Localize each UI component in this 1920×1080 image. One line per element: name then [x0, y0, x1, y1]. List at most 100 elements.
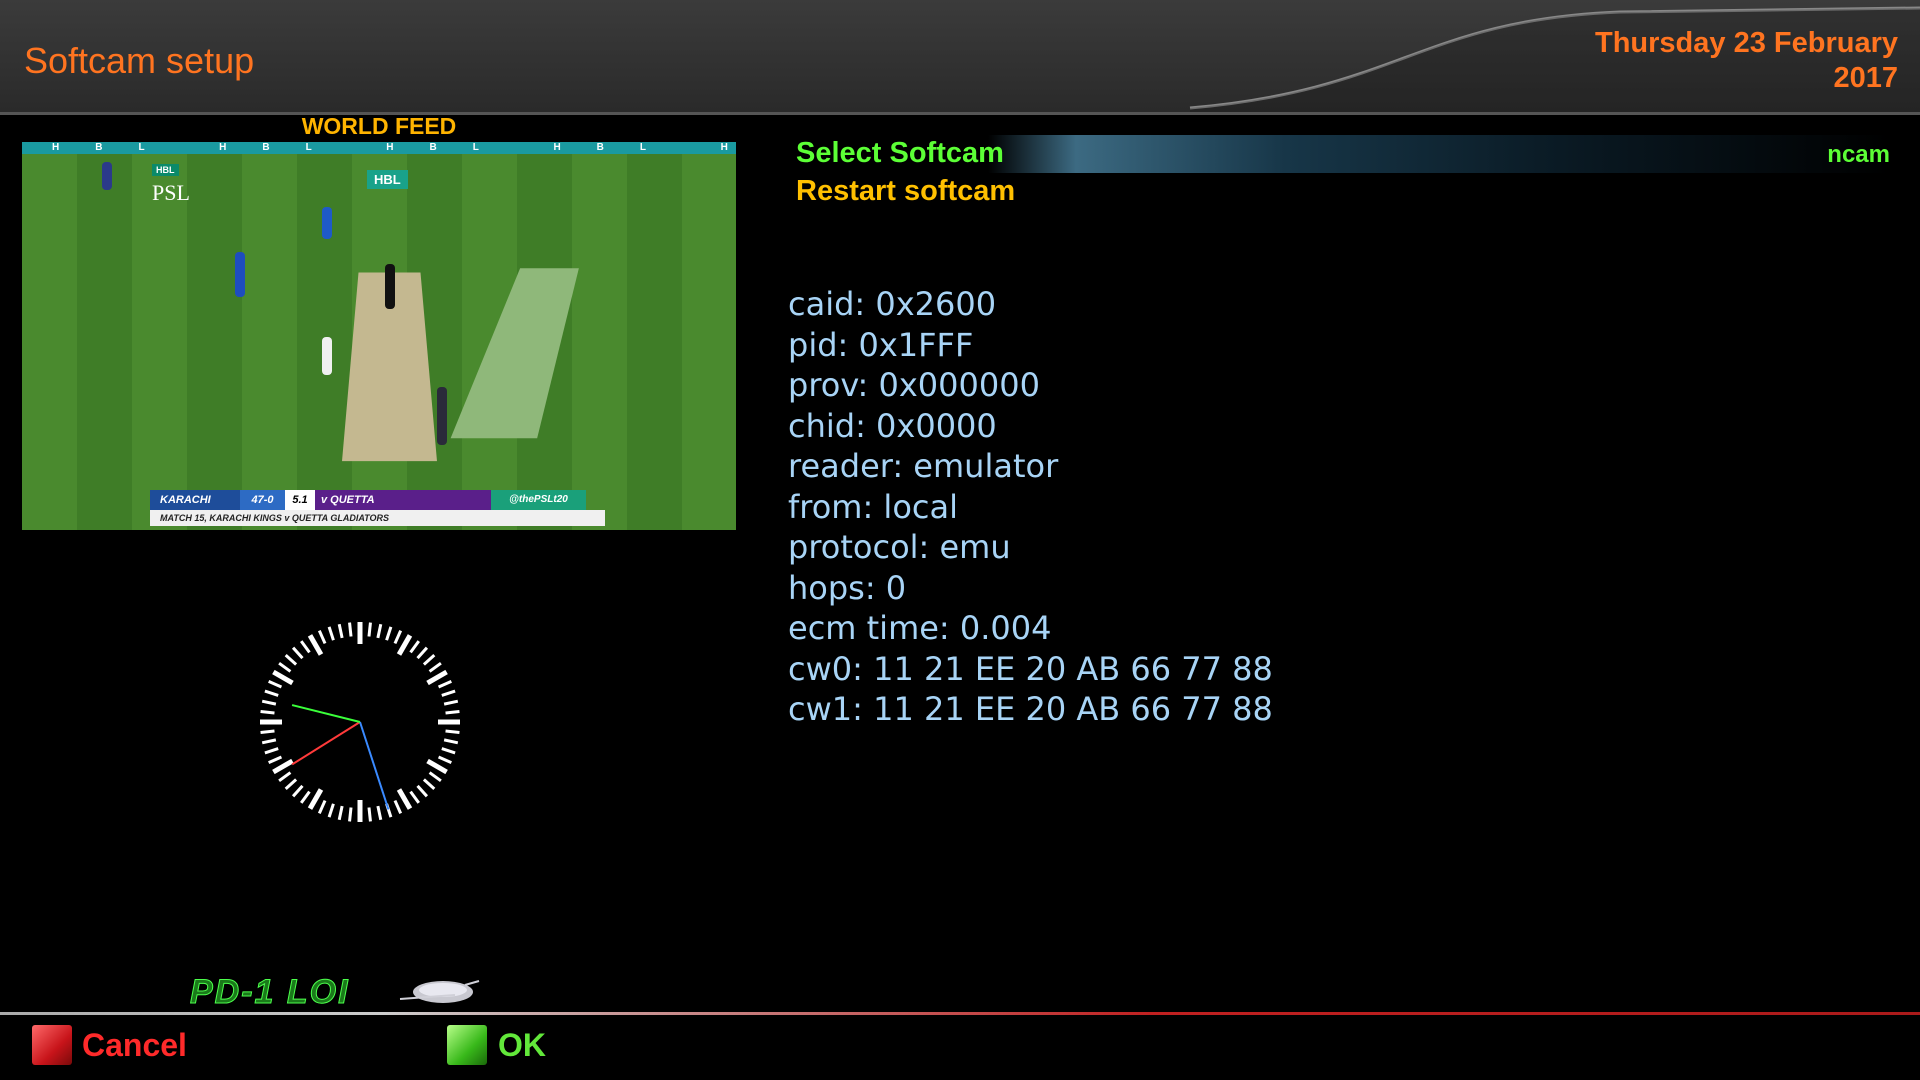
clock-minor-tick [443, 699, 459, 706]
clock-major-tick [307, 634, 324, 656]
red-key-icon[interactable] [32, 1025, 72, 1065]
clock-minor-tick [422, 653, 436, 666]
clock-minor-tick [437, 755, 452, 765]
header-bar: Softcam setup Thursday 23 February 2017 [0, 0, 1920, 115]
clock-minor-tick [278, 662, 292, 673]
clock-minor-tick [300, 790, 311, 804]
menu-item-select-softcam[interactable]: Select Softcam [796, 137, 1004, 170]
clock-minor-tick [367, 807, 372, 822]
batting-team: KARACHI [150, 490, 240, 510]
satellite-dish-icon [399, 980, 480, 1003]
clock-minor-tick [385, 626, 393, 641]
fielder [102, 162, 112, 190]
date-weekday-day-month: Thursday 23 February [1595, 27, 1898, 59]
clock-minor-tick [278, 771, 292, 782]
clock-minor-tick [261, 699, 277, 706]
clock-minor-tick [327, 803, 335, 818]
clock-minor-tick [291, 784, 304, 798]
clock-minor-tick [445, 729, 460, 734]
social-handle: @thePSLt20 [491, 490, 586, 510]
opponent-team: v QUETTA [315, 490, 491, 510]
clock-minor-tick [264, 689, 279, 697]
info-protocol: protocol: emu [788, 528, 1011, 566]
clock-minor-tick [422, 778, 436, 791]
page-title: Softcam setup [24, 40, 255, 81]
clock-major-tick [396, 788, 413, 810]
channel-label: WORLD FEED [301, 113, 457, 139]
ecm-info-panel: caid: 0x2600 pid: 0x1FFF prov: 0x000000 … [788, 284, 1273, 730]
clock-minor-tick [284, 778, 298, 791]
clock-major-tick [426, 758, 448, 775]
clock-minor-tick [428, 662, 442, 673]
info-caid: caid: 0x2600 [788, 285, 997, 323]
info-prov: prov: 0x000000 [788, 366, 1040, 404]
ok-button[interactable]: OK [498, 1027, 546, 1064]
clock-major-tick [426, 669, 448, 686]
clock-minor-tick [261, 738, 277, 745]
clock-minor-tick [260, 710, 275, 715]
date-display: Thursday 23 February 2017 [1595, 26, 1898, 96]
green-key-icon[interactable] [447, 1025, 487, 1065]
clock-minor-tick [348, 622, 353, 637]
clock-minor-tick [327, 626, 335, 641]
image-logo: PD-1 LOI [190, 971, 480, 1013]
info-from: from: local [788, 487, 958, 526]
clock-minor-tick [409, 640, 420, 654]
ad-board-strip: HBL HBL HBL HBL HBL HBL HBL HBL HBL HBL [22, 142, 736, 154]
clock-minute-hand [359, 721, 390, 810]
overs: 5.1 [285, 490, 315, 510]
score-bar: KARACHI 47-0 5.1 v QUETTA @thePSLt20 [150, 490, 605, 510]
clock-minor-tick [317, 630, 327, 645]
date-year: 2017 [1833, 62, 1898, 94]
fielder [235, 252, 245, 297]
clock-minor-tick [376, 623, 383, 639]
clock-minor-tick [416, 784, 429, 798]
psl-logo: PSL [152, 180, 190, 205]
clock-minor-tick [443, 738, 459, 745]
clock-minor-tick [268, 755, 283, 765]
clock-minor-tick [317, 799, 327, 814]
batsman [322, 337, 332, 375]
clock-minor-tick [348, 807, 353, 822]
info-cw0: cw0: 11 21 EE 20 AB 66 77 88 [788, 649, 1273, 688]
clock-minor-tick [260, 729, 275, 734]
clock-minor-tick [376, 805, 383, 821]
analog-clock [260, 622, 460, 822]
clock-minor-tick [300, 640, 311, 654]
clock-minor-tick [291, 646, 304, 660]
clock-minor-tick [416, 646, 429, 660]
practice-pitch-area [450, 268, 579, 439]
clock-minor-tick [445, 710, 460, 715]
clock-minor-tick [393, 799, 403, 814]
clock-minor-tick [437, 679, 452, 689]
clock-minor-tick [337, 805, 344, 821]
team-score: 47-0 [240, 490, 285, 510]
menu-item-restart-softcam[interactable]: Restart softcam [796, 175, 1015, 208]
info-cw1: cw1: 11 21 EE 20 AB 66 77 88 [788, 690, 1273, 728]
clock-minor-tick [367, 622, 372, 637]
clock-minor-tick [264, 747, 279, 755]
logo-text: PD-1 LOI [190, 973, 350, 1012]
info-ecm-time: ecm time: 0.004 [788, 609, 1052, 647]
softcam-setup-screen: Softcam setup Thursday 23 February 2017 … [0, 0, 1920, 1080]
clock-minor-tick [441, 689, 456, 697]
clock-major-tick [272, 669, 294, 686]
clock-hour-hand [291, 721, 361, 766]
info-hops: hops: 0 [788, 568, 907, 607]
clock-minor-tick [284, 653, 298, 666]
clock-minor-tick [441, 747, 456, 755]
clock-minor-tick [268, 679, 283, 689]
info-reader: reader: emulator [788, 447, 1059, 485]
softcam-value[interactable]: ncam [1827, 141, 1890, 169]
info-chid: chid: 0x0000 [788, 406, 997, 445]
clock-minor-tick [428, 771, 442, 782]
footer-bar [0, 1015, 1920, 1080]
sponsor-board: HBL [367, 170, 408, 189]
clock-minor-tick [409, 790, 420, 804]
cancel-button[interactable]: Cancel [82, 1027, 187, 1064]
fielder [437, 387, 447, 445]
clock-major-tick [396, 634, 413, 656]
clock-minor-tick [393, 630, 403, 645]
bowler [322, 207, 332, 239]
clock-minor-tick [337, 623, 344, 639]
